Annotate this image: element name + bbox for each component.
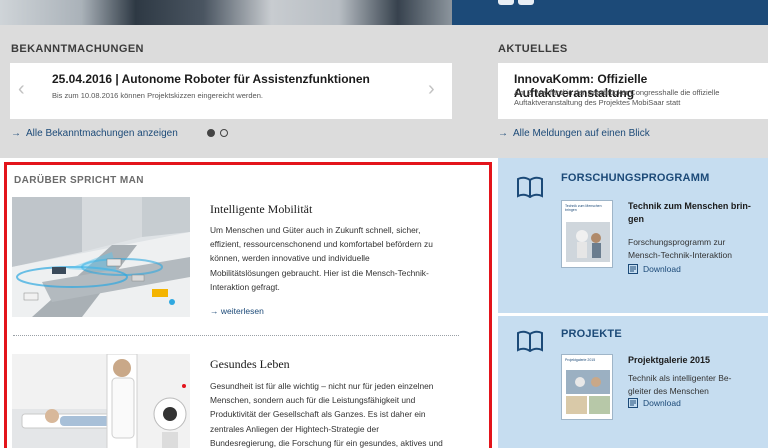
projects-thumbnail[interactable]: Projektgalerie 2015 bbox=[561, 354, 613, 420]
article-line: können, werden innovative und individuel… bbox=[210, 253, 370, 264]
program-thumbnail[interactable]: Technik zum Menschen bringen bbox=[561, 200, 613, 268]
announcement-subtitle: Bis zum 10.08.2016 können Projektskizzen… bbox=[52, 91, 263, 100]
download-icon bbox=[628, 264, 638, 274]
arrow-right-icon: → bbox=[498, 128, 508, 139]
program-desc-line: Mensch-Technik-Interaktion bbox=[628, 250, 732, 260]
program-panel: FORSCHUNGSPROGRAMM Technik zum Menschen … bbox=[498, 158, 768, 313]
slide-dot-2[interactable] bbox=[220, 129, 228, 137]
download-label: Download bbox=[643, 264, 681, 274]
mobility-image[interactable] bbox=[12, 197, 190, 317]
download-label: Download bbox=[643, 398, 681, 408]
article-title[interactable]: Intelligente Mobilität bbox=[210, 202, 312, 217]
projects-title[interactable]: Projektgalerie 2015 bbox=[628, 354, 753, 367]
health-image[interactable] bbox=[12, 354, 190, 448]
talk-section: DARÜBER SPRICHT MAN Intelligente Mobilit… bbox=[4, 162, 492, 448]
article-line: Interaktion gefragt. bbox=[210, 281, 280, 292]
announcements-heading: BEKANNTMACHUNGEN bbox=[11, 43, 144, 55]
program-title[interactable]: Technik zum Menschen brin- gen bbox=[628, 200, 753, 226]
thumbnail-caption: Projektgalerie 2015 bbox=[565, 358, 596, 362]
download-icon bbox=[628, 398, 638, 408]
program-title-line: gen bbox=[628, 214, 645, 224]
article-line: Produktivität der Gesellschaft als Ganze… bbox=[210, 409, 426, 420]
program-download-link[interactable]: Download bbox=[628, 264, 681, 274]
projects-desc-line: gleiter des Menschen bbox=[628, 386, 709, 396]
projects-heading[interactable]: PROJEKTE bbox=[561, 328, 622, 340]
article-line: Um Menschen und Güter auch in Zukunft sc… bbox=[210, 225, 421, 235]
hero-banner bbox=[0, 0, 768, 25]
article-line: Mobilitätslösungen gebraucht. Hier ist d… bbox=[210, 267, 429, 278]
hero-slide-dot[interactable] bbox=[518, 0, 534, 5]
announcement-card[interactable]: ‹ 25.04.2016 | Autonome Roboter für Assi… bbox=[10, 63, 452, 119]
read-more-label: weiterlesen bbox=[220, 306, 264, 316]
slide-dot-1[interactable] bbox=[207, 129, 215, 137]
article-title[interactable]: Gesundes Leben bbox=[210, 357, 290, 372]
hero-teaser-panel bbox=[452, 0, 768, 25]
article-line: Gesundheit ist für alle wichtig – nicht … bbox=[210, 381, 434, 391]
article-divider bbox=[13, 335, 459, 336]
projects-download-link[interactable]: Download bbox=[628, 398, 681, 408]
hero-photo bbox=[0, 0, 452, 25]
read-more-link[interactable]: → weiterlesen bbox=[210, 306, 264, 316]
article-line: zentrales Anliegen der Hightech-Strategi… bbox=[210, 423, 379, 434]
talk-heading: DARÜBER SPRICHT MAN bbox=[14, 175, 144, 186]
article-line: effizient, ressourcenschonend und komfor… bbox=[210, 239, 433, 250]
all-announcements-label: Alle Bekanntmachungen anzeigen bbox=[26, 128, 178, 139]
article-line: Bundesregierung, die Forschung für ein g… bbox=[210, 437, 443, 448]
chevron-right-icon[interactable]: › bbox=[428, 79, 435, 99]
program-description: Forschungsprogramm zur Mensch-Technik-In… bbox=[628, 236, 758, 262]
news-heading: AKTUELLES bbox=[498, 43, 568, 55]
all-news-link[interactable]: → Alle Meldungen auf einen Blick bbox=[498, 128, 650, 139]
book-icon bbox=[517, 176, 543, 198]
arrow-right-icon: → bbox=[11, 128, 21, 139]
announcement-title[interactable]: 25.04.2016 | Autonome Roboter für Assist… bbox=[52, 72, 370, 86]
book-icon bbox=[517, 330, 543, 352]
projects-desc-line: Technik als intelligenter Be- bbox=[628, 373, 732, 383]
projects-description: Technik als intelligenter Be- gleiter de… bbox=[628, 372, 758, 398]
article-line: Menschen, sondern auch für die Leistungs… bbox=[210, 395, 416, 406]
news-subtitle-line-1: Am 2. Mai fand in der Saarbrücker Congre… bbox=[514, 88, 720, 97]
thumbnail-caption: Technik zum Menschen bringen bbox=[565, 204, 602, 212]
all-news-label: Alle Meldungen auf einen Blick bbox=[513, 128, 650, 139]
article-text: Um Menschen und Güter auch in Zukunft sc… bbox=[210, 223, 450, 294]
program-desc-line: Forschungsprogramm zur bbox=[628, 237, 726, 247]
hero-slide-dot[interactable] bbox=[498, 0, 514, 5]
program-heading[interactable]: FORSCHUNGSPROGRAMM bbox=[561, 172, 709, 184]
program-title-line: Technik zum Menschen brin- bbox=[628, 201, 751, 211]
sidebar: FORSCHUNGSPROGRAMM Technik zum Menschen … bbox=[498, 158, 768, 448]
news-card[interactable]: InnovaKomm: Offizielle Auftaktveranstalt… bbox=[498, 63, 768, 119]
article-text: Gesundheit ist für alle wichtig – nicht … bbox=[210, 379, 450, 448]
projects-panel: PROJEKTE Projektgalerie 2015 Projektgale… bbox=[498, 316, 768, 448]
arrow-right-icon: → bbox=[210, 306, 219, 316]
chevron-left-icon[interactable]: ‹ bbox=[18, 79, 25, 99]
news-band: BEKANNTMACHUNGEN ‹ 25.04.2016 | Autonome… bbox=[0, 25, 768, 158]
news-subtitle-line-2: Auftaktveranstaltung des Projektes MobiS… bbox=[514, 98, 681, 107]
all-announcements-link[interactable]: → Alle Bekanntmachungen anzeigen bbox=[11, 128, 178, 139]
